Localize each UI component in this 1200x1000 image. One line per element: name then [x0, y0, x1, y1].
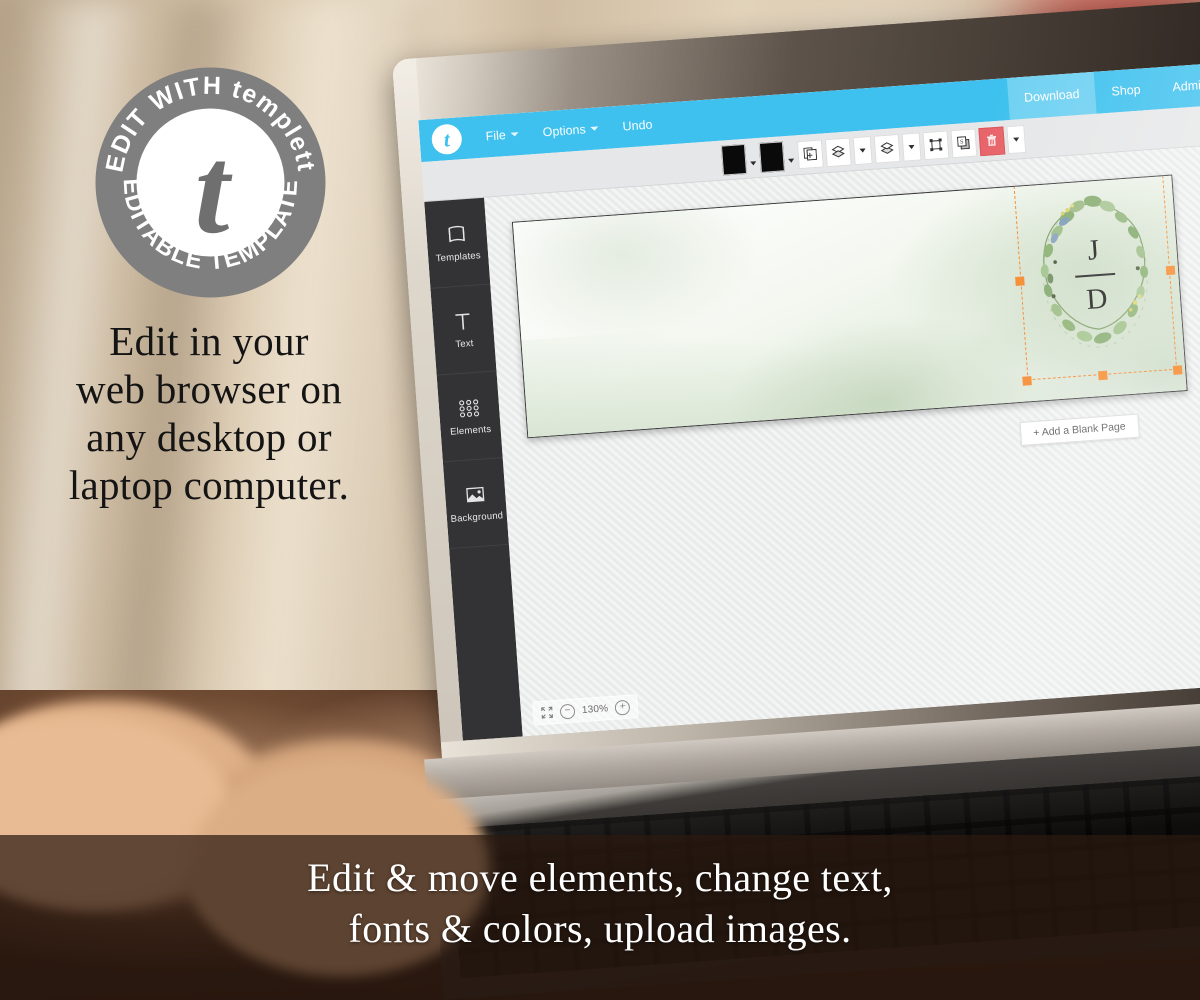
selection-handle-bottom-right[interactable] — [1172, 365, 1183, 375]
zoom-level: 130% — [581, 702, 609, 716]
laptop: t File Options Undo Download Shop Admin … — [392, 0, 1200, 818]
templett-editor-app: t File Options Undo Download Shop Admin … — [418, 62, 1200, 741]
selection-handle-middle-left[interactable] — [1015, 275, 1025, 286]
duplicate-icon — [803, 147, 818, 161]
stroke-color-swatch[interactable] — [758, 140, 785, 173]
caption-line-2: fonts & colors, upload images. — [348, 906, 852, 952]
trash-icon — [987, 134, 997, 147]
shadow-button[interactable]: S — [950, 127, 978, 158]
selection-handle-bottom-left[interactable] — [1022, 376, 1032, 386]
headline-line-2: web browser on — [75, 365, 343, 412]
add-blank-page-button[interactable]: + Add a Blank Page — [1019, 413, 1140, 447]
selection-handle-middle-right[interactable] — [1165, 265, 1176, 275]
more-options-caret[interactable] — [1006, 124, 1027, 154]
selection-handle-top-left[interactable] — [1007, 175, 1018, 186]
menu-item-options-label: Options — [542, 122, 587, 140]
chevron-down-icon — [859, 147, 866, 153]
bring-forward-button[interactable] — [873, 133, 901, 164]
fill-color-swatch[interactable] — [720, 143, 748, 176]
group-icon — [929, 138, 943, 152]
zoom-out-button[interactable]: − — [559, 703, 576, 720]
screenshot-stage: t File Options Undo Download Shop Admin … — [0, 0, 1200, 1000]
menu-item-options[interactable]: Options — [542, 121, 599, 139]
headline-line-1: Edit in your — [109, 318, 309, 364]
laptop-screen: t File Options Undo Download Shop Admin … — [418, 62, 1200, 741]
sidebar-item-elements-label: Elements — [449, 423, 492, 438]
chevron-down-icon — [590, 126, 599, 131]
group-button[interactable] — [922, 129, 950, 160]
badge-monogram: t — [195, 122, 233, 260]
admin-link[interactable]: Admin — [1155, 63, 1200, 110]
bring-forward-icon — [880, 142, 894, 154]
menu-item-file[interactable]: File — [485, 127, 519, 143]
shop-link[interactable]: Shop — [1094, 67, 1158, 113]
templates-icon — [448, 225, 465, 242]
sidebar-item-templates-label: Templates — [435, 249, 482, 264]
chevron-down-icon — [1013, 136, 1020, 142]
sidebar-item-text[interactable]: Text — [430, 284, 497, 376]
zoom-control: − 130% + — [532, 694, 640, 726]
chevron-down-icon — [908, 144, 915, 149]
templett-logo[interactable]: t — [430, 123, 463, 156]
sidebar-item-background[interactable]: Background — [442, 458, 509, 550]
caption-text: Edit & move elements, change text, fonts… — [0, 852, 1200, 954]
bring-forward-caret[interactable] — [901, 131, 922, 162]
selected-element[interactable]: J D — [1007, 174, 1183, 386]
editor-canvas[interactable]: J D + Add a Blank Page − 130% + — [484, 144, 1200, 737]
delete-button[interactable] — [978, 125, 1006, 156]
stroke-color-caret-icon[interactable] — [788, 158, 795, 163]
caption-line-1: Edit & move elements, change text, — [307, 855, 893, 900]
zoom-in-button[interactable]: + — [614, 699, 631, 716]
selection-bounding-box — [1013, 174, 1178, 381]
svg-text:S: S — [960, 139, 964, 145]
send-backward-button[interactable] — [824, 136, 852, 167]
selection-handle-bottom-center[interactable] — [1097, 370, 1108, 381]
headline-line-4: laptop computer. — [68, 461, 350, 508]
fill-color-caret-icon[interactable] — [750, 160, 757, 166]
sidebar-item-background-label: Background — [450, 509, 504, 525]
download-button[interactable]: Download — [1006, 71, 1098, 120]
badge-svg: EDIT WITH templett EDITABLE TEMPLATE t — [95, 67, 326, 298]
chevron-down-icon — [510, 132, 519, 137]
sidebar-item-text-label: Text — [454, 337, 474, 350]
elements-icon — [459, 398, 480, 417]
design-page[interactable]: J D — [511, 174, 1188, 439]
headline-line-3: any desktop or — [86, 413, 332, 460]
menu-item-undo[interactable]: Undo — [622, 118, 653, 134]
send-backward-icon — [831, 145, 845, 158]
menu-item-file-label: File — [485, 128, 507, 144]
headline: Edit in your web browser on any desktop … — [24, 318, 394, 510]
background-icon — [466, 486, 485, 502]
expand-icon[interactable] — [541, 706, 554, 719]
shadow-icon: S — [956, 136, 970, 150]
editable-template-badge: EDIT WITH templett EDITABLE TEMPLATE t — [92, 64, 329, 301]
sidebar-item-templates[interactable]: Templates — [424, 197, 491, 289]
selection-handle-top-center[interactable] — [1083, 174, 1093, 180]
duplicate-button[interactable] — [796, 138, 824, 169]
sidebar-item-elements[interactable]: Elements — [436, 371, 503, 463]
menu-item-undo-label: Undo — [622, 117, 653, 134]
send-backward-caret[interactable] — [852, 135, 873, 165]
text-icon — [455, 312, 470, 330]
